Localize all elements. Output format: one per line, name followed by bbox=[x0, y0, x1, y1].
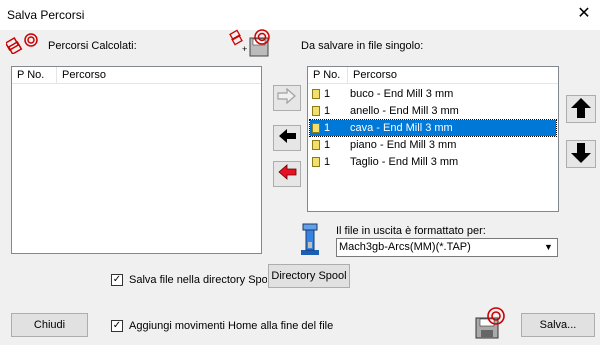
column-header-percorso[interactable]: Percorso bbox=[348, 67, 558, 83]
list-item[interactable]: 1 piano - End Mill 3 mm bbox=[310, 137, 556, 153]
single-file-paths-list[interactable]: P No. Percorso 1 buco - End Mill 3 mm 1 ane… bbox=[307, 66, 559, 212]
list-header: P No. Percorso bbox=[12, 67, 261, 84]
computed-paths-icon bbox=[4, 32, 38, 55]
format-label: Il file in uscita è formattato per: bbox=[336, 225, 486, 237]
format-select-value: Mach3gb-Arcs(MM)(*.TAP) bbox=[339, 241, 471, 253]
directory-spool-button[interactable]: Directory Spool bbox=[268, 264, 350, 288]
list-item[interactable]: 1 Taglio - End Mill 3 mm bbox=[310, 154, 556, 170]
arrow-left-red-icon bbox=[278, 164, 297, 180]
list-item[interactable]: 1 cava - End Mill 3 mm bbox=[309, 119, 557, 137]
file-icon bbox=[312, 89, 320, 99]
list-header: P No. Percorso bbox=[308, 67, 558, 84]
arrow-down-icon bbox=[571, 143, 591, 163]
path-name: anello - End Mill 3 mm bbox=[350, 105, 459, 117]
file-icon bbox=[312, 106, 320, 116]
file-icon bbox=[312, 157, 320, 167]
svg-text:+: + bbox=[242, 44, 247, 54]
path-name: Taglio - End Mill 3 mm bbox=[350, 156, 459, 168]
path-name: cava - End Mill 3 mm bbox=[350, 122, 453, 134]
close-icon[interactable]: ✕ bbox=[576, 5, 592, 23]
spool-checkbox-label: Salva file nella directory Spoo bbox=[129, 274, 267, 286]
arrow-left-icon bbox=[279, 129, 296, 143]
title-bar bbox=[0, 0, 600, 30]
file-icon bbox=[312, 123, 320, 133]
save-single-file-icon: + bbox=[228, 28, 274, 60]
path-name: buco - End Mill 3 mm bbox=[350, 88, 454, 100]
spool-checkbox[interactable]: ✓ bbox=[111, 274, 123, 286]
move-down-button[interactable] bbox=[566, 140, 596, 168]
format-select[interactable]: Mach3gb-Arcs(MM)(*.TAP) ▼ bbox=[336, 238, 558, 257]
path-number: 1 bbox=[324, 105, 331, 117]
remove-all-paths-button[interactable] bbox=[273, 161, 301, 187]
add-path-button[interactable] bbox=[273, 85, 301, 111]
path-number: 1 bbox=[324, 156, 331, 168]
save-disk-icon bbox=[472, 306, 508, 340]
file-icon bbox=[312, 140, 320, 150]
path-name: piano - End Mill 3 mm bbox=[350, 139, 457, 151]
home-moves-checkbox[interactable]: ✓ bbox=[111, 320, 123, 332]
path-number: 1 bbox=[324, 139, 331, 151]
machine-icon bbox=[298, 222, 322, 256]
save-button[interactable]: Salva... bbox=[521, 313, 595, 337]
list-item[interactable]: 1 buco - End Mill 3 mm bbox=[310, 86, 556, 102]
remove-path-button[interactable] bbox=[273, 125, 301, 151]
column-header-pno[interactable]: P No. bbox=[12, 67, 57, 83]
list-item[interactable]: 1 anello - End Mill 3 mm bbox=[310, 103, 556, 119]
column-header-pno[interactable]: P No. bbox=[308, 67, 348, 83]
computed-paths-list[interactable]: P No. Percorso bbox=[11, 66, 262, 254]
single-file-label: Da salvare in file singolo: bbox=[301, 40, 424, 52]
path-number: 1 bbox=[324, 122, 331, 134]
move-up-button[interactable] bbox=[566, 95, 596, 123]
chevron-down-icon[interactable]: ▼ bbox=[541, 240, 556, 255]
arrow-up-icon bbox=[571, 98, 591, 118]
window-title: Salva Percorsi bbox=[7, 8, 85, 22]
column-header-percorso[interactable]: Percorso bbox=[57, 67, 261, 83]
close-button[interactable]: Chiudi bbox=[11, 313, 88, 337]
computed-paths-label: Percorsi Calcolati: bbox=[48, 40, 137, 52]
arrow-right-icon bbox=[277, 87, 296, 105]
home-moves-label: Aggiungi movimenti Home alla fine del fi… bbox=[129, 320, 334, 332]
path-number: 1 bbox=[324, 88, 331, 100]
